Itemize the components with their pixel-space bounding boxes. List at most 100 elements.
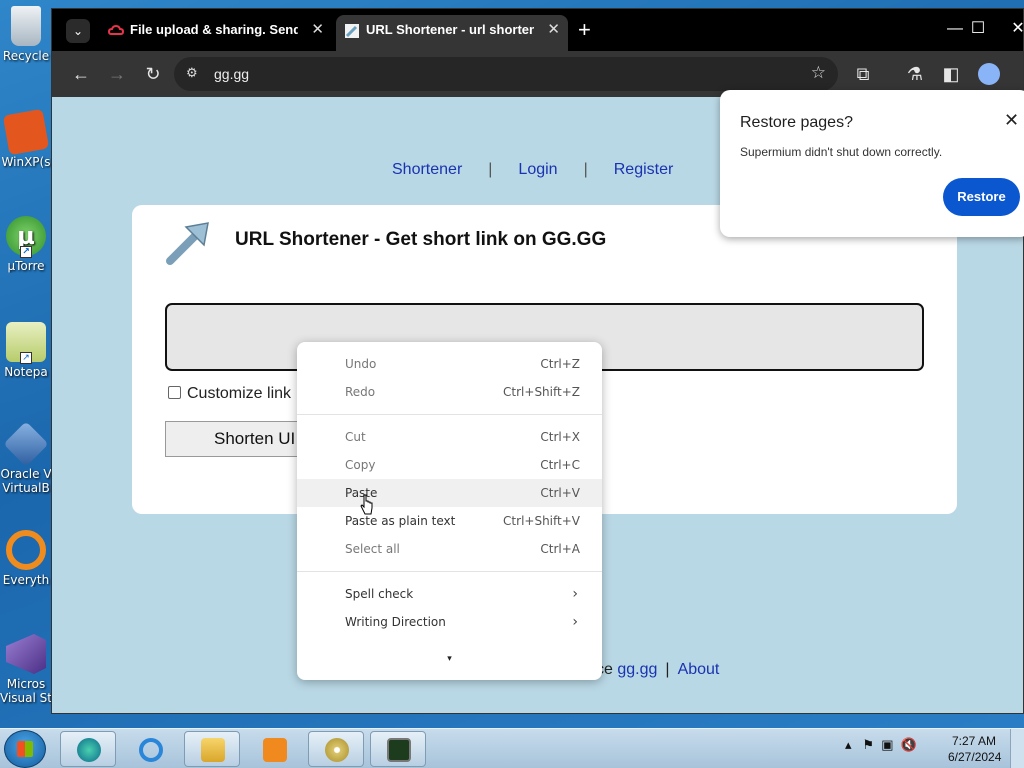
maximize-button[interactable]: ☐ [958,15,998,43]
show-desktop-button[interactable] [1010,729,1024,768]
desktop-icon-notepad[interactable]: ↗ Notepa [0,322,52,379]
shortcut-label: Ctrl+Shift+Z [503,385,580,399]
menu-item-copy[interactable]: Copy Ctrl+C [297,451,602,479]
shortcut-label: Ctrl+Z [540,357,580,371]
everything-search-icon [6,530,46,570]
shortcut-label: Ctrl+A [540,542,580,556]
top-nav: Shortener | Login | Register [392,161,673,179]
reload-icon: ↻ [145,64,161,84]
taskbar-app-edge[interactable] [60,731,116,767]
action-center-flag-icon[interactable]: ⚑ [862,737,874,752]
desktop-icon-everything[interactable]: Everyth [0,530,52,587]
edge-legacy-icon [77,738,101,762]
back-button[interactable]: ← [68,61,94,87]
taskbar-app-monitor[interactable] [370,731,426,767]
volume-muted-icon[interactable]: 🔇 [901,737,917,752]
cloud-upload-icon [108,24,124,35]
profile-button[interactable] [976,61,1002,87]
address-bar[interactable]: ⚙ gg.gg ☆ [174,57,838,91]
nav-separator: | [488,161,493,178]
restore-button[interactable]: Restore [943,178,1020,216]
menu-separator [297,571,602,572]
footer-separator: | [665,661,670,678]
puzzle-icon: ⧉ [856,64,870,84]
media-player-icon [263,738,287,762]
restore-popup-message: Supermium didn't shut down correctly. [740,145,943,159]
chevron-down-icon: ⌄ [72,24,84,38]
side-panel-button[interactable]: ◧ [938,61,964,87]
taskbar-app-explorer[interactable] [184,731,240,767]
shortcut-arrow-icon: ↗ [20,246,32,258]
visual-studio-icon [6,634,46,674]
menu-item-cut[interactable]: Cut Ctrl+X [297,423,602,451]
reload-button[interactable]: ↻ [140,61,166,87]
menu-item-redo[interactable]: Redo Ctrl+Shift+Z [297,378,602,406]
close-window-button[interactable]: ✕ [998,15,1023,43]
forward-button[interactable]: → [104,61,130,87]
nav-shortener[interactable]: Shortener [392,161,462,179]
menu-item-undo[interactable]: Undo Ctrl+Z [297,350,602,378]
close-icon[interactable]: ✕ [1004,110,1019,131]
tab-strip: ⌄ File upload & sharing. Send la ✕ URL S… [52,9,1023,51]
desktop-icon-recycle-bin[interactable]: Recycle [0,6,52,63]
site-settings-icon[interactable]: ⚙ [186,65,198,81]
menu-item-spell-check[interactable]: Spell check › [297,580,602,608]
desktop-icon-winxp[interactable]: WinXP(s [0,108,52,169]
close-tab-icon[interactable]: ✕ [311,15,324,45]
taskbar: ▴ ⚑ ▣ 🔇 7:27 AM 6/27/2024 [0,728,1024,768]
restore-pages-popup: Restore pages? ✕ Supermium didn't shut d… [720,90,1024,237]
tab-url-shortener[interactable]: URL Shortener - url shortening ✕ [336,15,568,51]
profile-avatar-icon [978,63,1000,85]
page-title: URL Shortener - Get short link on GG.GG [235,229,607,250]
gg-favicon-icon [345,24,359,38]
menu-item-select-all[interactable]: Select all Ctrl+A [297,535,602,563]
back-arrow-icon: ← [72,64,90,84]
desktop-icon-virtualbox[interactable]: Oracle V VirtualB [0,421,52,495]
forward-arrow-icon: → [108,64,126,84]
page-footer: ce gg.gg | About [596,661,719,679]
desktop-icon-utorrent[interactable]: µ ↗ µTorre [0,216,52,273]
labs-button[interactable]: ⚗ [902,61,928,87]
nav-separator: | [583,161,588,178]
bookmark-star-icon[interactable]: ☆ [811,63,826,83]
address-url: gg.gg [214,66,250,82]
chevron-right-icon: › [572,614,578,630]
customize-link-option[interactable]: Customize link [168,385,291,403]
recycle-bin-icon [11,6,41,46]
menu-item-writing-direction[interactable]: Writing Direction › [297,608,602,636]
network-icon[interactable]: ▣ [881,737,893,752]
customize-link-label: Customize link [187,385,292,402]
desktop-icon-visual-studio[interactable]: Micros Visual St [0,634,52,705]
shortcut-label: Ctrl+V [540,486,580,500]
tab-search-button[interactable]: ⌄ [66,19,90,43]
start-button[interactable] [4,730,46,768]
new-tab-button[interactable]: + [578,17,591,43]
restore-popup-title: Restore pages? [740,114,853,131]
menu-more-arrow-icon[interactable]: ▾ [297,654,602,664]
clock[interactable]: 7:27 AM 6/27/2024 [948,733,1001,765]
taskbar-app-media-player[interactable] [246,731,302,767]
menu-item-paste-plain[interactable]: Paste as plain text Ctrl+Shift+V [297,507,602,535]
context-menu: Undo Ctrl+Z Redo Ctrl+Shift+Z Cut Ctrl+X Co… [297,342,602,680]
tab-file-upload[interactable]: File upload & sharing. Send la ✕ [100,15,332,51]
taskbar-app-dvd[interactable] [308,731,364,767]
arrow-logo-icon [166,222,209,265]
footer-link-about[interactable]: About [678,661,720,678]
dvd-maker-icon [325,738,349,762]
menu-item-paste[interactable]: Paste Ctrl+V [297,479,602,507]
file-explorer-icon [201,738,225,762]
extensions-button[interactable]: ⧉ [850,61,876,87]
customize-link-checkbox[interactable] [168,386,181,399]
taskbar-app-ie[interactable] [122,731,178,767]
chevron-right-icon: › [572,586,578,602]
virtualbox-icon [3,421,49,467]
show-hidden-icons-icon[interactable]: ▴ [845,737,852,752]
footer-link-gg[interactable]: gg.gg [617,661,657,678]
shortcut-label: Ctrl+C [540,458,580,472]
flask-icon: ⚗ [906,64,924,84]
menu-separator [297,414,602,415]
nav-login[interactable]: Login [518,161,557,179]
cmd-monitor-icon [387,738,411,762]
nav-register[interactable]: Register [614,161,674,179]
close-tab-icon[interactable]: ✕ [547,15,560,45]
